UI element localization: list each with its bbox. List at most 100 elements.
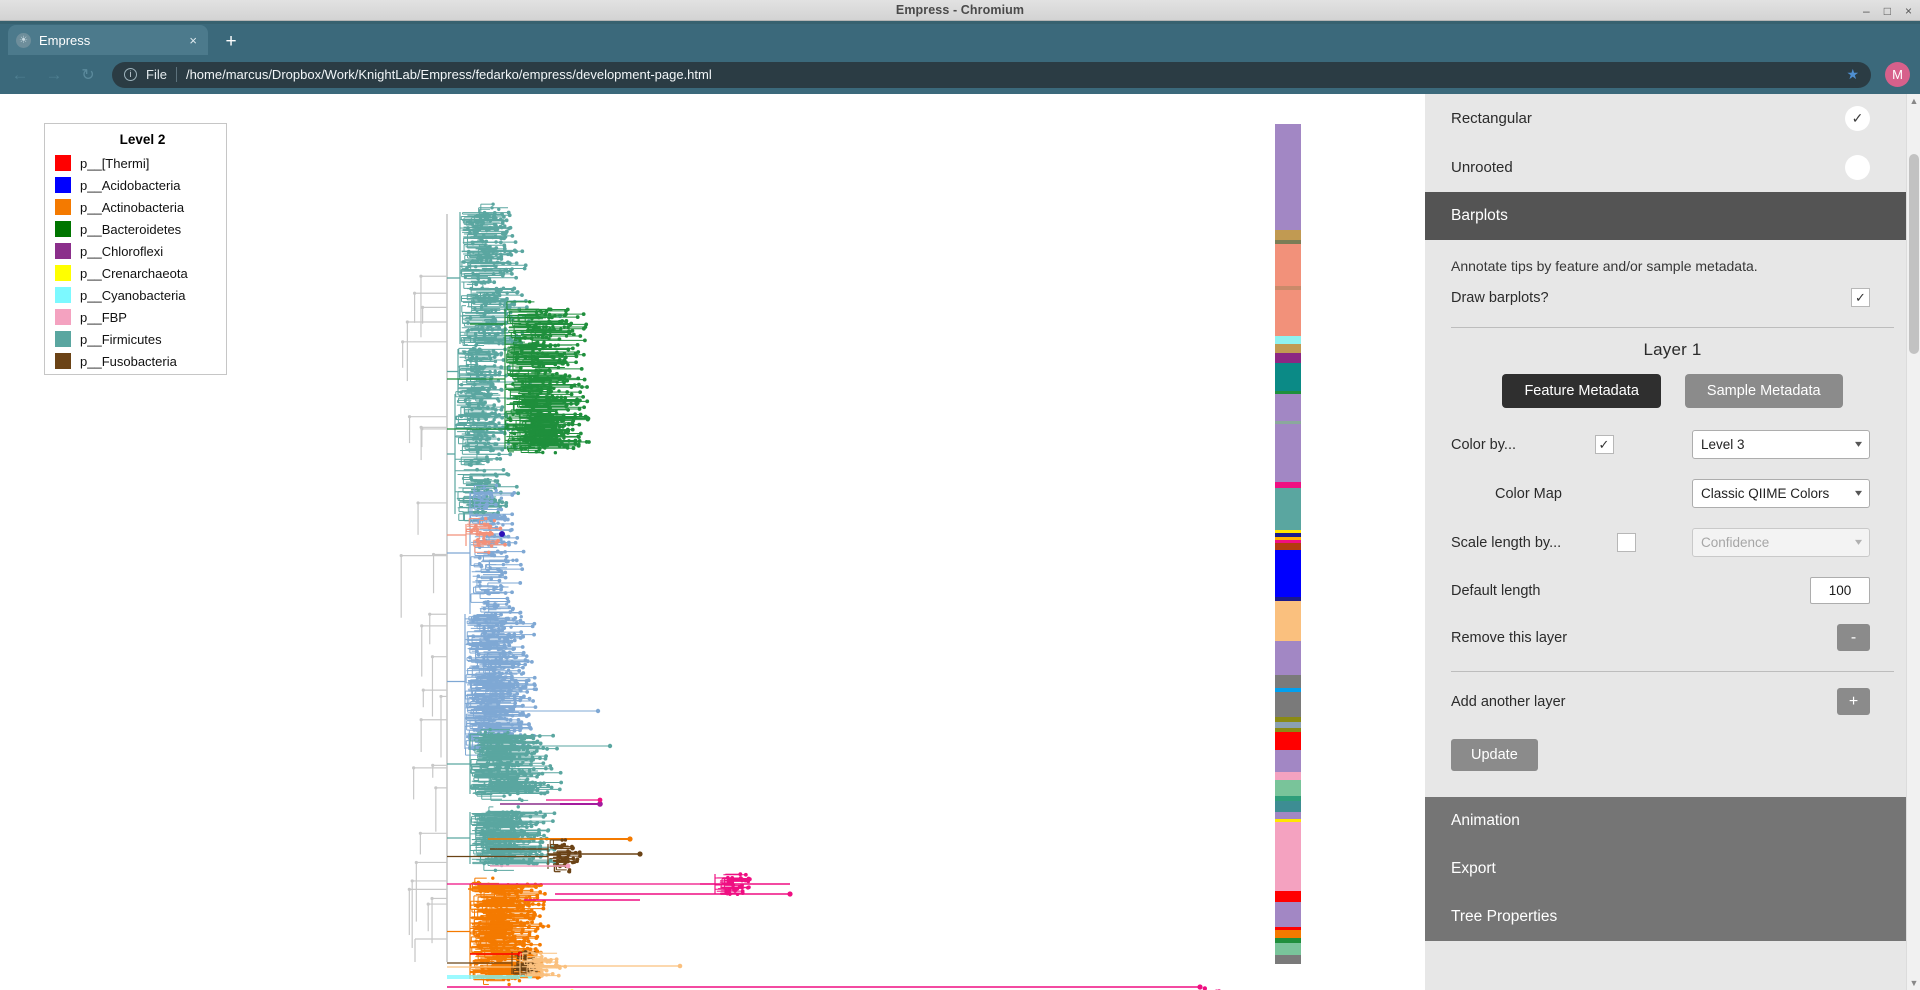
chevron-down-icon: ▾ bbox=[1854, 488, 1863, 499]
barplots-description: Annotate tips by feature and/or sample m… bbox=[1451, 258, 1758, 274]
legend-item: p__Acidobacteria bbox=[45, 174, 226, 196]
remove-layer-button[interactable]: - bbox=[1837, 624, 1870, 651]
legend-item-label: p__Firmicutes bbox=[80, 331, 162, 347]
address-bar[interactable]: i File /home/marcus/Dropbox/Work/KnightL… bbox=[112, 61, 1871, 88]
add-layer-label: Add another layer bbox=[1451, 693, 1566, 710]
barplot-segment bbox=[1275, 674, 1301, 688]
barplot-segment bbox=[1275, 930, 1301, 939]
legend-item: p__[Thermi] bbox=[45, 152, 226, 174]
barplot-segment bbox=[1275, 549, 1301, 597]
bookmark-star-icon[interactable]: ★ bbox=[1846, 66, 1859, 83]
legend-item: p__Fusobacteria bbox=[45, 350, 226, 372]
barplot-segment bbox=[1275, 801, 1301, 813]
remove-layer-row: Remove this layer - bbox=[1425, 614, 1920, 661]
legend-items: p__[Thermi] p__Acidobacteria p__Actinobact… bbox=[45, 152, 226, 374]
legend-item-label: p__Acidobacteria bbox=[80, 177, 181, 193]
info-icon[interactable]: i bbox=[124, 68, 137, 81]
barplot-segment bbox=[1275, 750, 1301, 773]
draw-barplots-label: Draw barplots? bbox=[1451, 289, 1549, 306]
legend-item: p__FBP bbox=[45, 306, 226, 328]
section-header-barplots[interactable]: Barplots bbox=[1425, 192, 1920, 240]
add-layer-row: Add another layer + bbox=[1425, 678, 1920, 725]
feature-metadata-button[interactable]: Feature Metadata bbox=[1502, 374, 1661, 408]
legend-color-swatch bbox=[55, 243, 71, 259]
section-header-barplots-label: Barplots bbox=[1451, 207, 1508, 224]
scrollbar-thumb[interactable] bbox=[1909, 154, 1919, 354]
browser-tabstrip: ☀ Empress × + bbox=[0, 21, 1920, 55]
divider bbox=[1451, 671, 1894, 672]
close-icon[interactable]: × bbox=[186, 33, 200, 48]
legend-item: p__Firmicutes bbox=[45, 328, 226, 350]
page-scrollbar[interactable]: ▲ ▼ bbox=[1906, 94, 1920, 990]
section-header-animation[interactable]: Animation bbox=[1425, 797, 1920, 845]
barplot-segment bbox=[1275, 780, 1301, 796]
barplot-segment bbox=[1275, 732, 1301, 751]
barplot-segment bbox=[1275, 363, 1301, 391]
chevron-down-icon: ▾ bbox=[1854, 537, 1862, 548]
check-icon[interactable]: ✓ bbox=[1845, 106, 1870, 131]
barplot-segment bbox=[1275, 902, 1301, 927]
barplot-segment bbox=[1275, 954, 1301, 964]
layout-option-unrooted[interactable]: Unrooted bbox=[1425, 143, 1920, 192]
layout-option-rectangular[interactable]: Rectangular ✓ bbox=[1425, 94, 1920, 143]
legend-color-swatch bbox=[55, 331, 71, 347]
metadata-source-buttons: Feature Metadata Sample Metadata bbox=[1425, 374, 1920, 420]
color-map-row: Color Map Classic QIIME Colors ▾ bbox=[1425, 469, 1920, 518]
barplot-segment bbox=[1275, 353, 1301, 364]
update-button[interactable]: Update bbox=[1451, 739, 1538, 771]
section-header-export-label: Export bbox=[1451, 860, 1496, 877]
barplot-segment bbox=[1275, 601, 1301, 642]
default-length-input[interactable]: 100 bbox=[1810, 577, 1870, 604]
back-arrow-icon[interactable]: ← bbox=[10, 65, 30, 85]
legend-color-swatch bbox=[55, 221, 71, 237]
color-by-checkbox[interactable]: ✓ bbox=[1594, 435, 1614, 454]
legend-title: Level 2 bbox=[119, 132, 166, 147]
color-map-value: Classic QIIME Colors bbox=[1701, 486, 1830, 501]
section-header-tree-properties-label: Tree Properties bbox=[1451, 908, 1558, 925]
scale-length-select[interactable]: Confidence ▾ bbox=[1691, 528, 1870, 557]
remove-layer-label: Remove this layer bbox=[1451, 629, 1568, 646]
chevron-down-icon: ▾ bbox=[1854, 439, 1862, 450]
barplot-strip[interactable] bbox=[1275, 124, 1301, 964]
close-button[interactable]: × bbox=[1905, 5, 1912, 17]
browser-toolbar: ← → ↻ i File /home/marcus/Dropbox/Work/K… bbox=[0, 55, 1920, 94]
reload-icon[interactable]: ↻ bbox=[78, 65, 98, 85]
barplot-segment bbox=[1275, 487, 1301, 530]
barplot-segment bbox=[1275, 124, 1301, 230]
layer-title: Layer 1 bbox=[1643, 340, 1702, 359]
avatar[interactable]: M bbox=[1885, 62, 1910, 87]
new-tab-button[interactable]: + bbox=[220, 32, 242, 51]
section-header-export[interactable]: Export bbox=[1425, 845, 1920, 893]
forward-arrow-icon[interactable]: → bbox=[44, 65, 64, 85]
scroll-up-arrow-icon[interactable]: ▲ bbox=[1907, 94, 1920, 108]
window-titlebar: Empress - Chromium – □ × bbox=[0, 0, 1920, 21]
color-by-select[interactable]: Level 3 ▾ bbox=[1691, 430, 1870, 459]
barplot-segment bbox=[1275, 772, 1301, 781]
barplot-segment bbox=[1275, 289, 1301, 337]
barplot-segment bbox=[1275, 812, 1301, 820]
barplot-segment bbox=[1275, 543, 1301, 550]
barplot-segment bbox=[1275, 394, 1301, 421]
scroll-down-arrow-icon[interactable]: ▼ bbox=[1907, 976, 1920, 990]
barplot-segment bbox=[1275, 336, 1301, 345]
radio-icon[interactable] bbox=[1845, 155, 1870, 180]
legend-item-label: p__FBP bbox=[80, 309, 127, 325]
color-by-value: Level 3 bbox=[1700, 437, 1745, 452]
maximize-button[interactable]: □ bbox=[1884, 5, 1891, 17]
minimize-button[interactable]: – bbox=[1863, 5, 1870, 17]
url-text[interactable]: /home/marcus/Dropbox/Work/KnightLab/Empr… bbox=[186, 67, 712, 82]
add-layer-button[interactable]: + bbox=[1837, 688, 1870, 715]
browser-tab-empress[interactable]: ☀ Empress × bbox=[8, 25, 208, 55]
sample-metadata-button[interactable]: Sample Metadata bbox=[1684, 374, 1843, 408]
section-header-tree-properties[interactable]: Tree Properties bbox=[1425, 893, 1920, 941]
color-map-select[interactable]: Classic QIIME Colors ▾ bbox=[1692, 479, 1870, 508]
legend-item: p__Crenarchaeota bbox=[45, 262, 226, 284]
scale-length-checkbox[interactable] bbox=[1617, 533, 1637, 552]
draw-barplots-checkbox[interactable]: ✓ bbox=[1851, 288, 1870, 307]
legend-color-swatch bbox=[55, 265, 71, 281]
default-length-row: Default length 100 bbox=[1425, 567, 1920, 614]
legend-item-label: p__Fusobacteria bbox=[80, 353, 177, 369]
url-scheme-label: File bbox=[146, 67, 167, 82]
tab-title: Empress bbox=[39, 32, 91, 48]
barplot-segment bbox=[1275, 641, 1301, 675]
